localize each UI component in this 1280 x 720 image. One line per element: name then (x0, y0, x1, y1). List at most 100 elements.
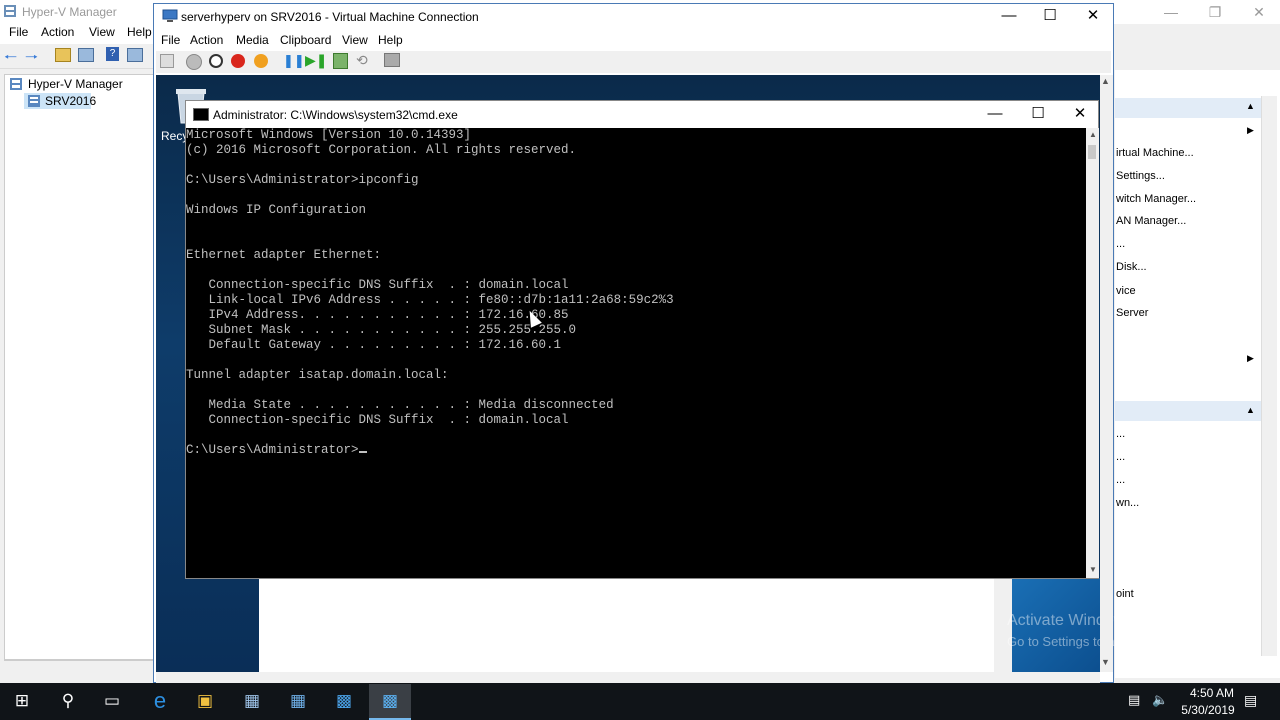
vm-vertical-scrollbar[interactable] (1100, 75, 1113, 672)
submenu-arrow-icon-2[interactable]: ▶ (1247, 353, 1254, 364)
cmd-window-title: Administrator: C:\Windows\system32\cmd.e… (213, 108, 458, 122)
scroll-up-icon[interactable]: ▲ (1101, 76, 1110, 86)
file-explorer-icon[interactable]: ▣ (191, 688, 219, 714)
action-pane-icon[interactable] (127, 48, 143, 62)
cmd-minimize-button[interactable]: — (974, 104, 1016, 124)
revert-icon[interactable]: ⟲ (356, 52, 368, 69)
help-icon[interactable]: ? (106, 47, 119, 61)
cmd-console[interactable]: Microsoft Windows [Version 10.0.14393] (c… (186, 128, 1086, 578)
vm-connection-taskbar-icon[interactable]: ▩ (376, 688, 404, 714)
volume-icon[interactable]: 🔈 (1152, 692, 1168, 708)
clock-time[interactable]: 4:50 AM (1181, 686, 1243, 700)
vm-menu-clipboard[interactable]: Clipboard (280, 33, 331, 47)
hyperv-menu-action[interactable]: Action (41, 25, 74, 39)
cmd-output: Microsoft Windows [Version 10.0.14393] (c… (186, 128, 1086, 458)
vm-connection-icon (162, 9, 178, 22)
vm-menu-file[interactable]: File (161, 33, 180, 47)
cmd-maximize-button[interactable]: ☐ (1017, 104, 1059, 124)
hyperv-manager-icon (10, 78, 22, 90)
hyperv-menu-view[interactable]: View (89, 25, 115, 39)
pause-icon[interactable]: ❚❚ (283, 53, 305, 69)
folder-up-icon[interactable] (55, 48, 71, 62)
resume-icon[interactable]: ▶❚ (305, 52, 328, 69)
vm-maximize-button[interactable]: ☐ (1030, 6, 1070, 26)
task-view-icon[interactable]: ▭ (98, 688, 126, 714)
cmd-line: Windows IP Configuration (186, 203, 367, 217)
cmd-line (186, 353, 1086, 368)
action-virtual-san-manager[interactable]: AN Manager... (1116, 215, 1186, 227)
start-icon[interactable] (186, 54, 202, 70)
cmd-line (186, 188, 1086, 203)
hyperv-manager-taskbar-icon[interactable]: ▦ (284, 688, 312, 714)
text-cursor (358, 451, 367, 453)
clock-date[interactable]: 5/30/2019 (1173, 703, 1243, 717)
tree-item-srv2016[interactable]: SRV2016 (45, 94, 96, 108)
cmd-line: Subnet Mask . . . . . . . . . . . : 255.… (186, 323, 577, 337)
hyperv-app-icon (4, 5, 16, 17)
hyperv-statusbar (4, 660, 153, 677)
network-icon[interactable]: ▤ (1128, 692, 1140, 708)
cmd-scroll-thumb[interactable] (1088, 145, 1096, 159)
shut-down-icon[interactable] (231, 54, 245, 68)
notifications-icon[interactable]: ▤ (1244, 692, 1257, 709)
cmd-line: C:\Users\Administrator>ipconfig (186, 173, 419, 187)
cmd-line (186, 158, 1086, 173)
vm-menu-help[interactable]: Help (378, 33, 403, 47)
search-icon[interactable]: ⚲ (54, 688, 82, 714)
server-manager-icon[interactable]: ▦ (238, 688, 266, 714)
action-hyperv-settings[interactable]: Settings... (1116, 170, 1165, 182)
collapse-icon-2[interactable]: ▲ (1246, 405, 1255, 415)
vm-minimize-button[interactable]: — (989, 6, 1029, 26)
action-inspect-disk[interactable]: Disk... (1116, 261, 1147, 273)
ctrl-alt-del-icon[interactable] (160, 54, 174, 68)
action-connect[interactable]: ... (1116, 428, 1125, 440)
collapse-icon[interactable]: ▲ (1246, 101, 1255, 111)
submenu-arrow-icon[interactable]: ▶ (1247, 125, 1254, 136)
action-stop-service[interactable]: vice (1116, 285, 1136, 297)
checkpoint-icon[interactable] (333, 53, 348, 69)
vm-horizontal-scrollbar[interactable] (156, 672, 1100, 683)
cmd-scroll-up-icon[interactable]: ▲ (1089, 130, 1097, 139)
hyperv-title: Hyper-V Manager (22, 5, 117, 19)
cmd-scroll-down-icon[interactable]: ▼ (1089, 565, 1097, 574)
action-turn-off[interactable]: ... (1116, 474, 1125, 486)
vm-menu-view[interactable]: View (342, 33, 368, 47)
start-button-icon[interactable]: ⊞ (8, 688, 36, 714)
cmd-line (186, 233, 1086, 248)
action-virtual-switch-manager[interactable]: witch Manager... (1116, 193, 1196, 205)
server-icon (28, 95, 40, 107)
back-arrow-icon[interactable]: 🠐 (4, 47, 17, 72)
hyperv-maximize-button[interactable]: ❐ (1200, 3, 1230, 21)
turn-off-icon[interactable] (209, 54, 223, 68)
forward-arrow-icon[interactable]: 🠒 (25, 47, 38, 72)
cmd-close-button[interactable]: ✕ (1059, 104, 1101, 124)
internet-explorer-icon[interactable]: e (146, 688, 174, 714)
console-tree-icon[interactable] (78, 48, 94, 62)
scroll-down-icon[interactable]: ▼ (1101, 657, 1110, 667)
action-edit-disk[interactable]: ... (1116, 238, 1125, 250)
tree-item-hyperv-manager[interactable]: Hyper-V Manager (28, 77, 123, 91)
action-shut-down[interactable]: wn... (1116, 497, 1139, 509)
hyperv-actions-pane (1115, 70, 1280, 678)
cmd-line: (c) 2016 Microsoft Corporation. All righ… (186, 143, 577, 157)
actions-scrollbar[interactable] (1261, 96, 1277, 656)
cmd-line: Connection-specific DNS Suffix . : domai… (186, 413, 569, 427)
cmd-scrollbar[interactable] (1086, 128, 1099, 578)
actions-header-server[interactable] (1115, 98, 1261, 118)
action-checkpoint[interactable]: oint (1116, 588, 1134, 600)
vm-menu-action[interactable]: Action (190, 33, 223, 47)
hyperv-close-button[interactable]: ✕ (1244, 3, 1274, 21)
action-new-virtual-machine[interactable]: irtual Machine... (1116, 147, 1194, 159)
hyperv-menu-help[interactable]: Help (127, 25, 152, 39)
vm-close-button[interactable]: ✕ (1073, 6, 1113, 26)
hyperv-menu-file[interactable]: File (9, 25, 28, 39)
action-settings[interactable]: ... (1116, 451, 1125, 463)
cmd-taskbar-icon[interactable]: ▩ (330, 688, 358, 714)
enhanced-session-icon[interactable] (384, 53, 400, 67)
hyperv-minimize-button[interactable]: — (1156, 3, 1186, 21)
action-remove-server[interactable]: Server (1116, 307, 1148, 319)
actions-header-vm[interactable] (1115, 401, 1261, 421)
vm-menu-media[interactable]: Media (236, 33, 269, 47)
cmd-line: Link-local IPv6 Address . . . . . : fe80… (186, 293, 674, 307)
save-state-icon[interactable] (254, 54, 268, 68)
